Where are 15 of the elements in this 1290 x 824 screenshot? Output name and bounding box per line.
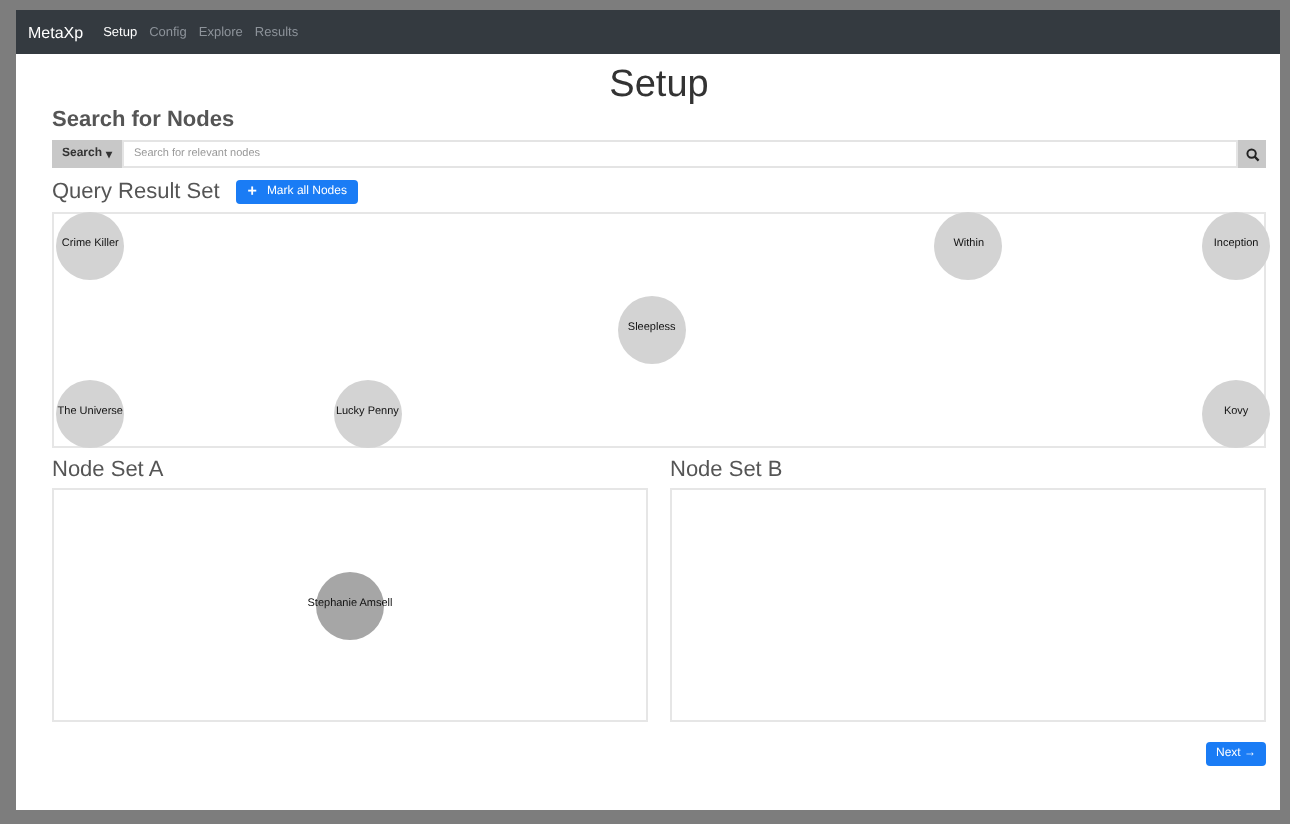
page-title: Setup: [607, 64, 711, 108]
node-circle[interactable]: [333, 379, 402, 448]
section-heading: Query Result Set: [52, 180, 220, 204]
node-circle[interactable]: [617, 296, 686, 364]
node-circle[interactable]: [1202, 379, 1271, 448]
section-heading: Node Set B: [670, 458, 785, 482]
node-circle[interactable]: [56, 379, 125, 448]
node-circle[interactable]: [934, 212, 1003, 281]
section-heading: Node Set A: [52, 458, 166, 482]
node-circle[interactable]: [1202, 212, 1271, 281]
brand-logo[interactable]: MetaXp: [28, 23, 84, 41]
section-heading: Search for Nodes: [52, 108, 237, 132]
search-button[interactable]: [1238, 140, 1266, 168]
node-circle[interactable]: [56, 212, 125, 281]
search-icon: [1245, 147, 1259, 161]
